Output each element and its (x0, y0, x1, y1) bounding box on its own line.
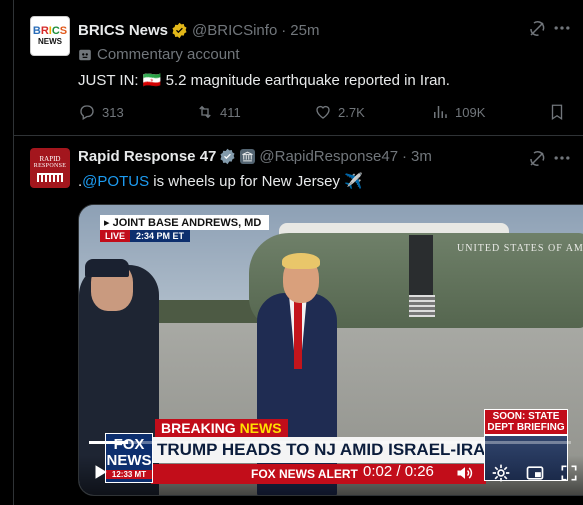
man-hair (282, 253, 320, 269)
post-text-body: 5.2 magnitude earthquake reported in Ira… (161, 72, 450, 89)
pip-icon[interactable] (525, 463, 545, 483)
post-brics-news[interactable]: BRICS NEWS BRICS News @BRICSinfo · 25m C… (14, 0, 583, 136)
location-banner: ▸ JOINT BASE ANDREWS, MD (100, 215, 270, 230)
repost-button[interactable]: 411 (196, 103, 241, 121)
officer-cap (85, 259, 129, 277)
repost-icon (199, 105, 211, 119)
post-header: BRICS News @BRICSinfo · 25m (78, 22, 319, 39)
video-player[interactable]: UNITED STATES OF AM ▸ JOINT BASE ANDREWS… (78, 204, 583, 496)
commentary-icon (79, 49, 91, 60)
post-header: Rapid Response 47 @RapidResponse47 · 3m (78, 148, 432, 165)
post-text: .@POTUS is wheels up for New Jersey ✈️ (78, 172, 363, 190)
play-icon[interactable] (91, 463, 109, 481)
red-tie (294, 299, 302, 369)
rapid-response-logo: RAPID RESPONSE (30, 148, 70, 188)
breaking-news-label: BREAKING NEWS (155, 419, 288, 437)
timestamp[interactable]: 25m (290, 22, 319, 39)
volume-icon[interactable] (455, 463, 475, 483)
video-progress-fill (89, 441, 128, 444)
logo-fox: FOX (113, 436, 145, 453)
helicopter-door (409, 235, 433, 297)
bookmark-icon (551, 104, 563, 121)
live-time: 2:34 PM ET (130, 230, 191, 242)
verified-gold-icon (172, 22, 187, 39)
government-affiliate-icon (240, 149, 256, 164)
grok-icon[interactable] (528, 20, 546, 38)
like-icon (316, 105, 330, 119)
views-icon (434, 106, 447, 118)
news-ticker: FOX NEWS ALERT (151, 464, 486, 484)
display-name[interactable]: BRICS News (78, 22, 168, 39)
separator-dot: · (402, 148, 408, 165)
helicopter-text: UNITED STATES OF AM (457, 243, 583, 254)
live-label: LIVE (100, 230, 131, 242)
verified-gray-icon (220, 148, 235, 165)
avatar[interactable]: RAPID RESPONSE (30, 148, 70, 188)
grok-icon[interactable] (528, 150, 546, 168)
post-text-prefix: JUST IN: (78, 72, 143, 89)
handle[interactable]: @BRICSinfo (192, 22, 277, 39)
fullscreen-icon[interactable] (559, 463, 579, 483)
more-icon[interactable] (552, 18, 572, 38)
like-count: 2.7K (338, 104, 365, 120)
brics-logo: BRICS NEWS (31, 17, 69, 55)
timeline: BRICS NEWS BRICS News @BRICSinfo · 25m C… (13, 0, 583, 505)
post-text-body: is wheels up for New Jersey ✈️ (149, 173, 363, 190)
rapid-response-logo-line2: RESPONSE (33, 162, 67, 169)
display-name[interactable]: Rapid Response 47 (78, 148, 216, 165)
like-button[interactable]: 2.7K (314, 103, 365, 121)
logo-time: 12:33 MT (106, 470, 152, 479)
video-progress-bar[interactable] (89, 441, 571, 444)
handle[interactable]: @RapidResponse47 (259, 148, 398, 165)
reply-count: 313 (102, 104, 124, 120)
reply-button[interactable]: 313 (78, 103, 124, 121)
settings-icon[interactable] (491, 463, 511, 483)
timestamp[interactable]: 3m (411, 148, 432, 165)
post-text: JUST IN: 🇮🇷 5.2 magnitude earthquake rep… (78, 71, 450, 89)
helicopter-stairs (409, 295, 435, 317)
location-text: JOINT BASE ANDREWS, MD (112, 217, 262, 229)
white-house-columns-icon (37, 172, 63, 182)
brics-logo-subtitle: NEWS (38, 37, 62, 46)
post-actions: 313 411 2.7K 109K (78, 103, 568, 123)
post-rapid-response[interactable]: RAPID RESPONSE Rapid Response 47 @RapidR… (14, 136, 583, 505)
reply-icon (80, 105, 94, 120)
video-time: 0:02 / 0:26 (363, 463, 434, 480)
views-count: 109K (455, 104, 486, 120)
mention-link[interactable]: @POTUS (82, 173, 149, 190)
separator-dot: · (281, 22, 287, 39)
side-label: SOON: STATE DEPT BRIEFING (484, 409, 568, 435)
account-label: Commentary account (78, 46, 240, 63)
iran-flag-emoji: 🇮🇷 (142, 72, 162, 89)
rapid-response-logo-line1: RAPID (39, 154, 61, 163)
brics-logo-letters: BRICS (32, 25, 68, 37)
avatar[interactable]: BRICS NEWS (30, 16, 70, 56)
account-label-text: Commentary account (97, 46, 240, 63)
more-icon[interactable] (552, 148, 572, 168)
live-banner: LIVE 2:34 PM ET (100, 230, 191, 242)
views-button[interactable]: 109K (431, 103, 485, 121)
repost-count: 411 (220, 104, 241, 120)
logo-news: NEWS (106, 452, 152, 469)
bookmark-button[interactable] (548, 103, 572, 121)
